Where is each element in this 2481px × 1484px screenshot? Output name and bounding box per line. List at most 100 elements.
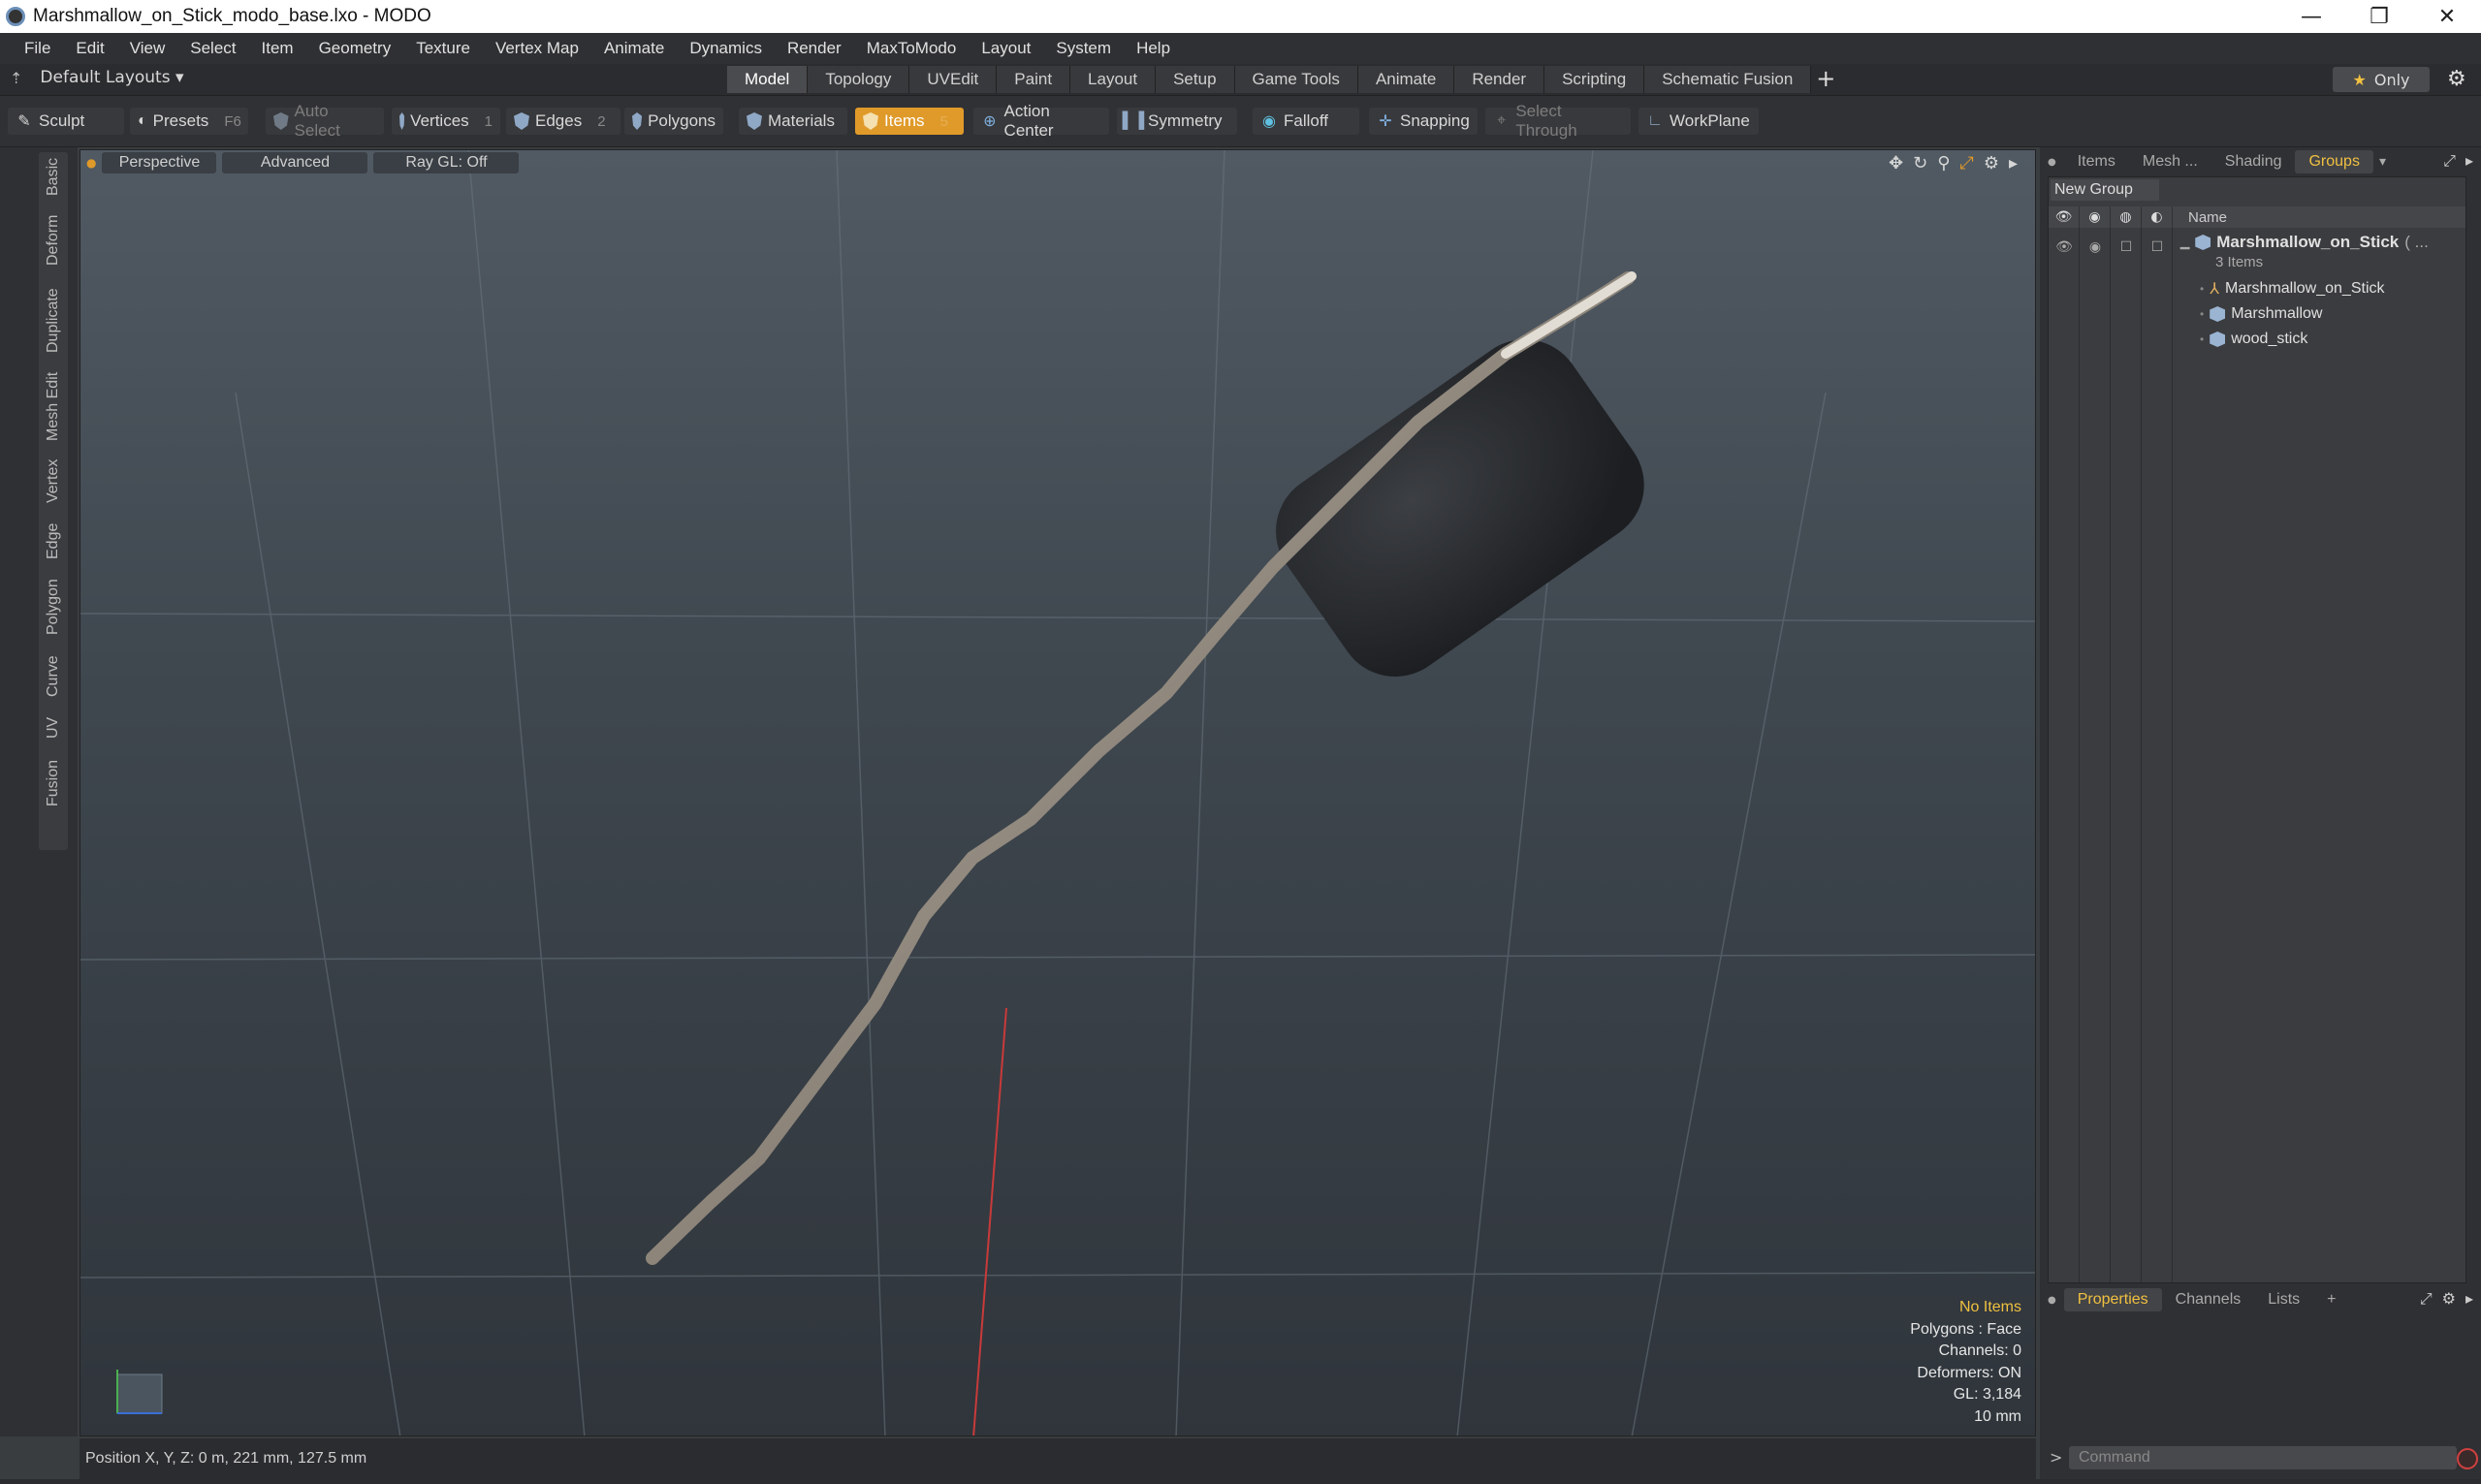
lock-checkbox[interactable]: ☐	[2111, 239, 2142, 255]
expand-arrow-icon[interactable]: ▸	[2009, 153, 2018, 174]
zoom-icon[interactable]: ⚲	[1937, 153, 1950, 174]
sculpt-button[interactable]: ✎ Sculpt	[8, 108, 124, 135]
tab-lists[interactable]: Lists	[2254, 1288, 2313, 1311]
tab-fusion[interactable]: Fusion	[39, 751, 68, 815]
menu-maxtomodo[interactable]: MaxToModo	[854, 39, 970, 58]
lock-column-icon[interactable]: ◍	[2111, 206, 2142, 228]
tab-duplicate[interactable]: Duplicate	[39, 280, 68, 362]
list-item[interactable]: • wood_stick	[2200, 327, 2307, 352]
tab-properties[interactable]: Properties	[2063, 1288, 2162, 1311]
minimize-button[interactable]: —	[2277, 0, 2345, 33]
tab-game-tools[interactable]: Game Tools	[1234, 66, 1358, 93]
tab-topology[interactable]: Topology	[808, 66, 910, 93]
tab-items[interactable]: Items	[2064, 150, 2129, 174]
menu-animate[interactable]: Animate	[591, 39, 677, 58]
tab-mesh-edit[interactable]: Mesh Edit	[39, 367, 68, 445]
tab-curve[interactable]: Curve	[39, 648, 68, 705]
eye-icon[interactable]: 👁	[2049, 239, 2080, 255]
collapse-arrow-icon[interactable]: ⇡	[10, 69, 22, 87]
menu-layout[interactable]: Layout	[969, 39, 1043, 58]
materials-button[interactable]: Materials	[739, 108, 847, 135]
tab-groups[interactable]: Groups	[2295, 150, 2373, 174]
perspective-dropdown[interactable]: Perspective	[102, 152, 217, 174]
symmetry-button[interactable]: ▌▐ Symmetry	[1117, 108, 1237, 135]
menu-dynamics[interactable]: Dynamics	[677, 39, 775, 58]
list-item[interactable]: • ⅄ Marshmallow_on_Stick	[2200, 276, 2385, 301]
menu-render[interactable]: Render	[775, 39, 854, 58]
tab-uv[interactable]: UV	[39, 710, 68, 745]
only-button[interactable]: ★ Only	[2333, 67, 2430, 92]
tab-deform[interactable]: Deform	[39, 206, 68, 274]
tab-model[interactable]: Model	[727, 66, 809, 93]
menu-vertex-map[interactable]: Vertex Map	[483, 39, 591, 58]
command-record-button[interactable]	[2457, 1448, 2478, 1469]
action-center-button[interactable]: ⊕ Action Center	[973, 102, 1109, 140]
select-through-button[interactable]: ⌖ Select Through	[1485, 102, 1631, 140]
menu-geometry[interactable]: Geometry	[306, 39, 404, 58]
tab-render[interactable]: Render	[1454, 66, 1545, 93]
select-column-icon[interactable]: ◐	[2142, 206, 2173, 228]
snapping-button[interactable]: ✛ Snapping	[1369, 108, 1478, 135]
tab-setup[interactable]: Setup	[1156, 66, 1235, 93]
list-item[interactable]: • Marshmallow	[2200, 301, 2322, 327]
tab-uvedit[interactable]: UVEdit	[909, 66, 998, 93]
viewport-menu-dot[interactable]: ●	[86, 156, 96, 170]
select-checkbox[interactable]: ☐	[2142, 239, 2173, 255]
panel-settings-icon[interactable]: ⚙	[2442, 1289, 2456, 1309]
tab-animate[interactable]: Animate	[1357, 66, 1455, 93]
tab-basic[interactable]: Basic	[39, 152, 68, 201]
menu-texture[interactable]: Texture	[403, 39, 483, 58]
maximize-viewport-icon[interactable]: ⤢	[1959, 153, 1973, 174]
tab-mesh[interactable]: Mesh ...	[2129, 150, 2211, 174]
presets-button[interactable]: ◐ Presets F6	[130, 108, 248, 135]
render-icon[interactable]: ◉	[2080, 239, 2111, 255]
tab-vertex[interactable]: Vertex	[39, 451, 68, 511]
edges-button[interactable]: Edges 2	[506, 108, 620, 135]
tab-shading[interactable]: Shading	[2211, 150, 2296, 174]
menu-item[interactable]: Item	[249, 39, 306, 58]
expand-panel-icon[interactable]: ⤢	[2443, 151, 2456, 171]
new-group-button[interactable]: New Group	[2051, 179, 2159, 201]
menu-edit[interactable]: Edit	[63, 39, 116, 58]
auto-select-button[interactable]: Auto Select	[266, 102, 384, 140]
add-panel-tab-button[interactable]: +	[2313, 1288, 2349, 1311]
pan-icon[interactable]: ✥	[1889, 153, 1903, 174]
polygons-button[interactable]: Polygons	[624, 108, 723, 135]
tabs-dropdown-icon[interactable]: ▾	[2379, 154, 2386, 170]
falloff-button[interactable]: ◉ Falloff	[1253, 108, 1359, 135]
tab-layout[interactable]: Layout	[1070, 66, 1157, 93]
expand-panel-icon[interactable]: ⤢	[2420, 1289, 2433, 1309]
marshmallow-mesh[interactable]	[1253, 317, 1667, 700]
panel-menu-dot[interactable]: ●	[2048, 157, 2056, 168]
items-button[interactable]: Items 5	[855, 108, 964, 135]
collapse-icon[interactable]: ▁	[2180, 236, 2189, 249]
command-input[interactable]: Command	[2069, 1446, 2457, 1469]
tab-scripting[interactable]: Scripting	[1544, 66, 1645, 93]
layouts-dropdown[interactable]: Default Layouts ▾	[40, 68, 183, 87]
menu-view[interactable]: View	[117, 39, 178, 58]
tab-channels[interactable]: Channels	[2162, 1288, 2255, 1311]
tab-edge[interactable]: Edge	[39, 517, 68, 565]
panel-menu-dot[interactable]: ●	[2048, 1295, 2056, 1306]
close-button[interactable]: ✕	[2413, 0, 2481, 33]
tab-schematic-fusion[interactable]: Schematic Fusion	[1644, 66, 1812, 93]
vertices-button[interactable]: Vertices 1	[392, 108, 500, 135]
scene-canvas[interactable]	[80, 150, 2036, 1437]
raygl-toggle[interactable]: Ray GL: Off	[373, 152, 520, 174]
tab-polygon[interactable]: Polygon	[39, 571, 68, 643]
menu-select[interactable]: Select	[177, 39, 248, 58]
panel-arrow-icon[interactable]: ▸	[2465, 1289, 2473, 1309]
add-tab-button[interactable]: +	[1811, 66, 1840, 93]
menu-help[interactable]: Help	[1124, 39, 1183, 58]
render-column-icon[interactable]: ◉	[2080, 206, 2111, 228]
tab-paint[interactable]: Paint	[997, 66, 1071, 93]
gear-icon[interactable]: ⚙	[2447, 67, 2466, 91]
maximize-button[interactable]: ❐	[2345, 0, 2413, 33]
workplane-button[interactable]: ∟ WorkPlane	[1638, 108, 1759, 135]
menu-file[interactable]: File	[12, 39, 63, 58]
menu-system[interactable]: System	[1043, 39, 1124, 58]
visibility-column-icon[interactable]: 👁	[2049, 206, 2080, 228]
panel-arrow-icon[interactable]: ▸	[2465, 151, 2473, 171]
rotate-icon[interactable]: ↻	[1913, 153, 1927, 174]
advanced-dropdown[interactable]: Advanced	[222, 152, 368, 174]
